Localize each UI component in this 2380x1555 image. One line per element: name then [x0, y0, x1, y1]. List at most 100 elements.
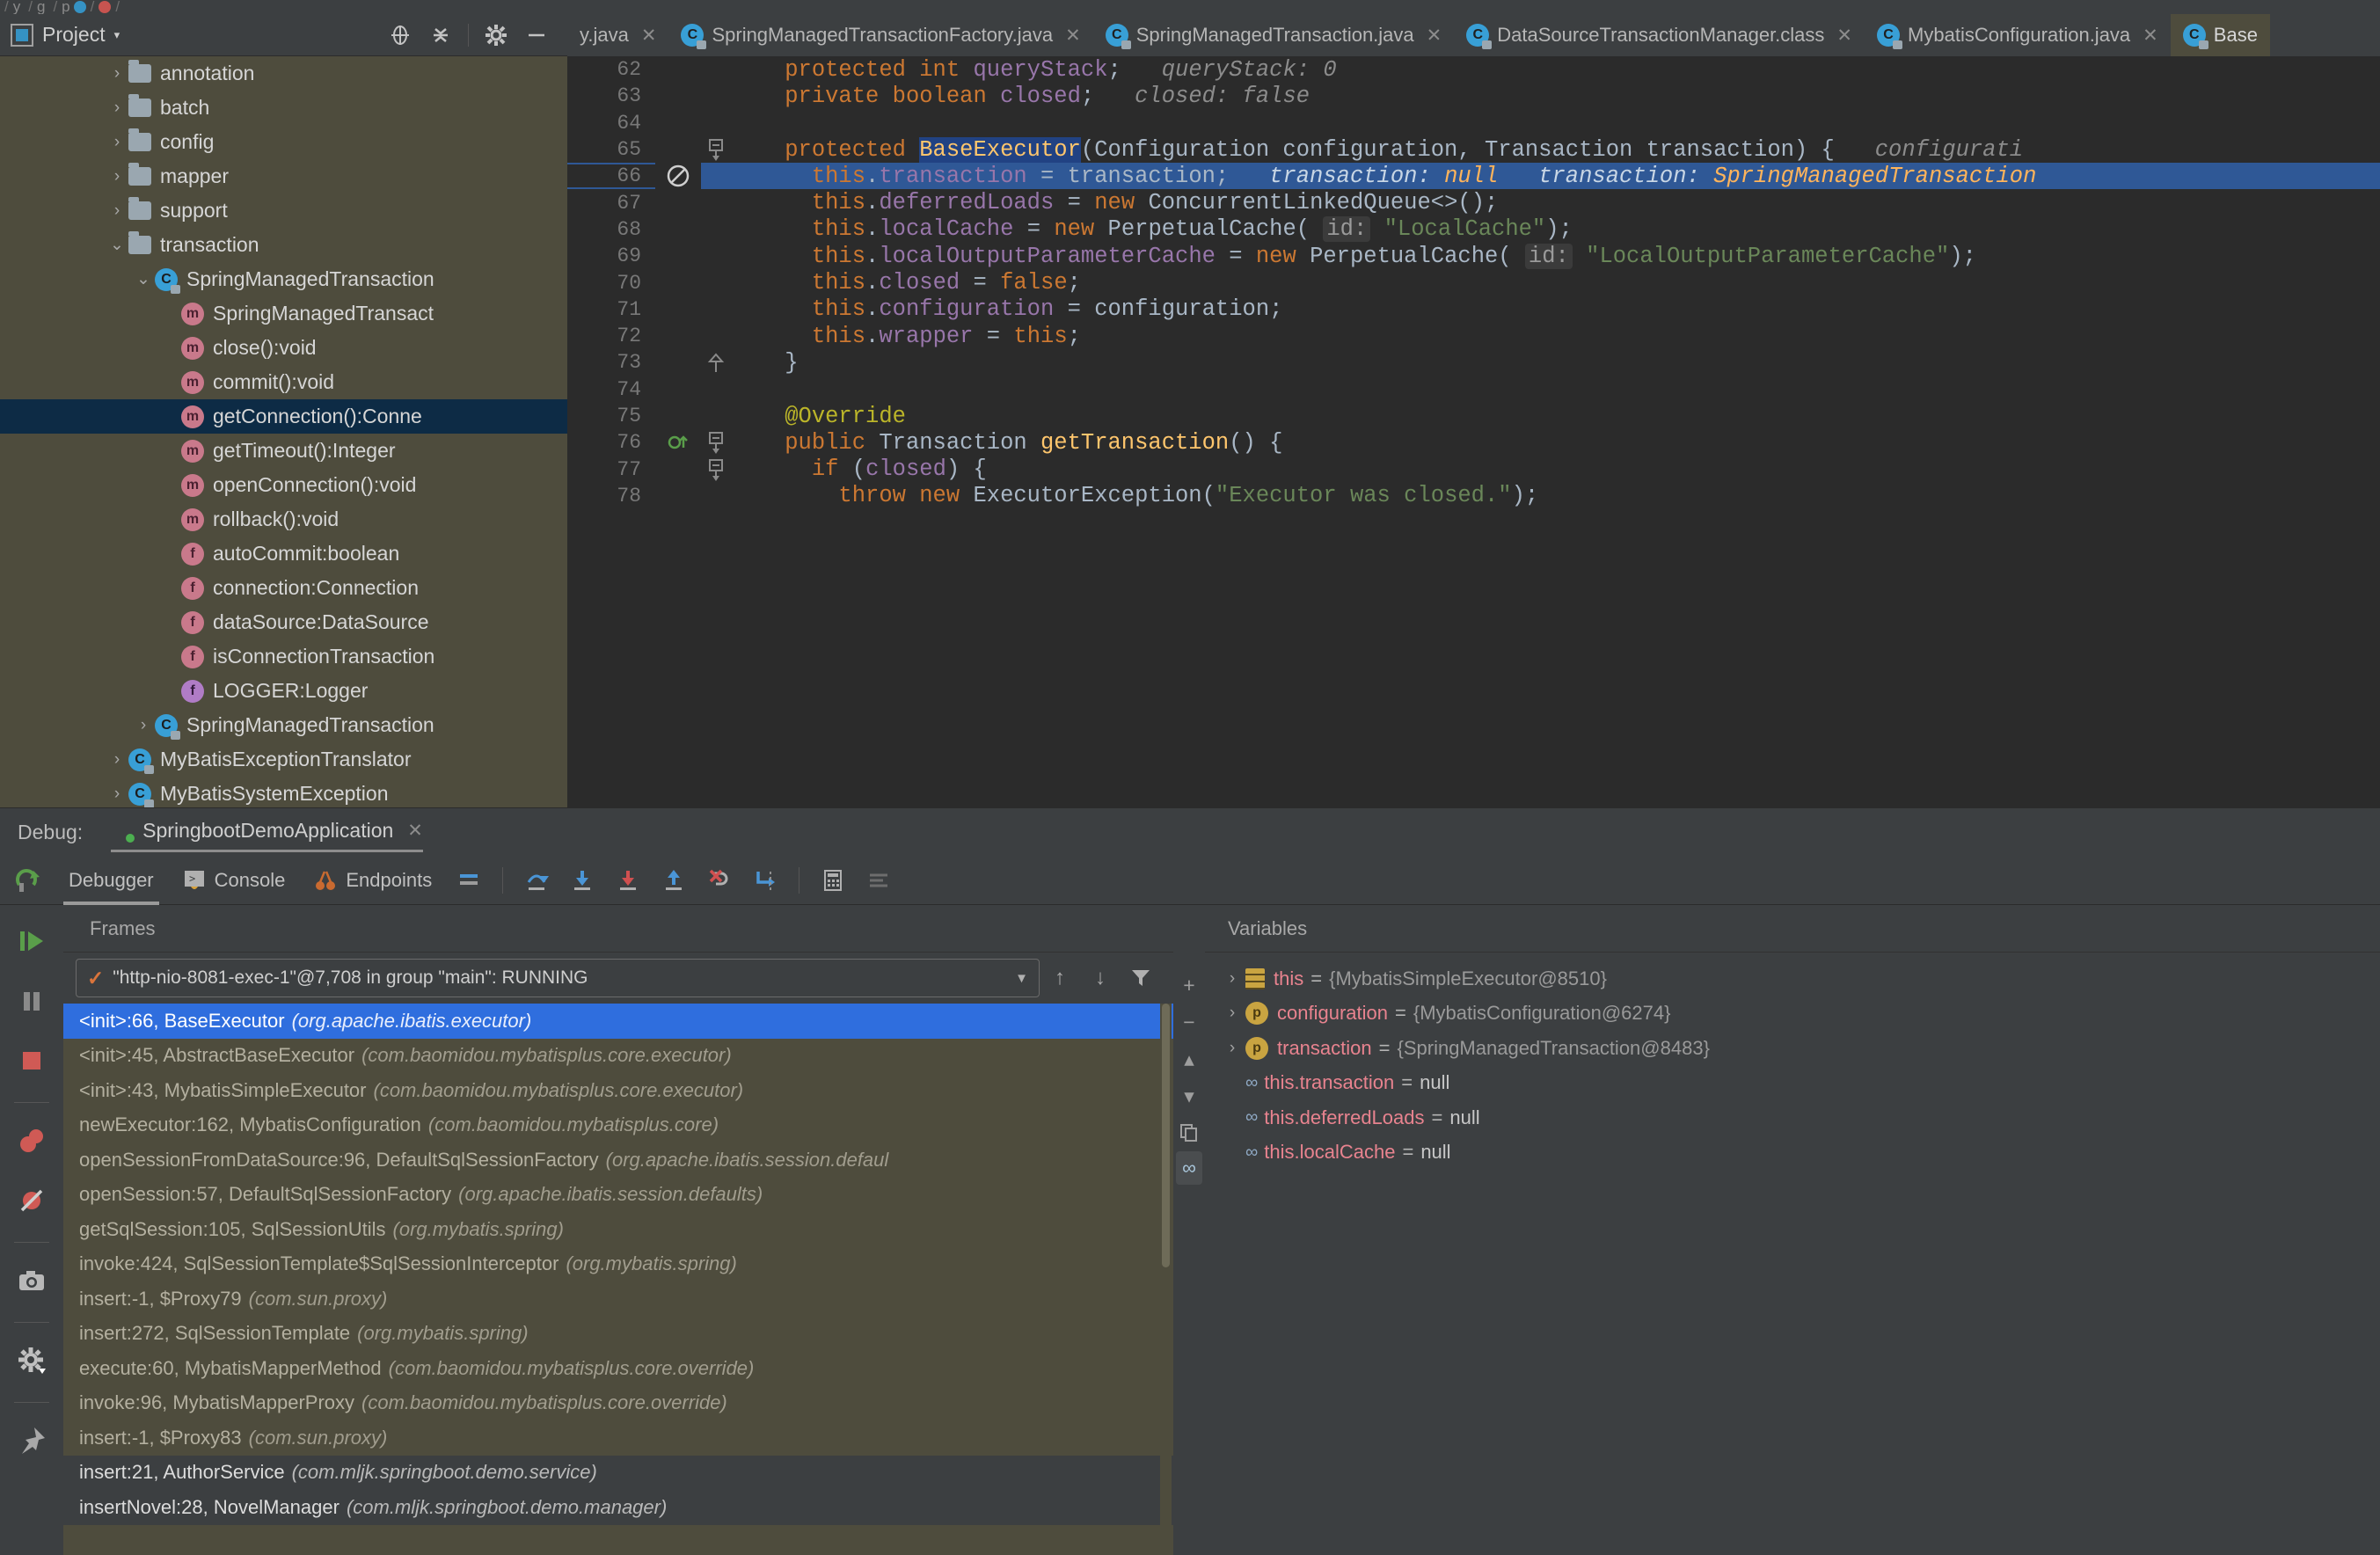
rerun-icon[interactable]	[0, 865, 55, 895]
tree-node[interactable]: ›m getTimeout():Integer	[0, 434, 567, 468]
up-icon[interactable]: ▴	[1176, 1040, 1202, 1077]
mute-breakpoints-icon[interactable]	[8, 1177, 55, 1224]
tree-node[interactable]: › batch	[0, 91, 567, 125]
code-line[interactable]: 66 this.transaction = transaction; trans…	[567, 163, 2380, 190]
frame-item[interactable]: insert:272, SqlSessionTemplate (org.mybat…	[63, 1317, 1173, 1352]
close-icon[interactable]: ✕	[407, 820, 423, 842]
settings-gear-icon[interactable]	[478, 18, 514, 53]
chevron-right-icon[interactable]: ›	[158, 647, 181, 667]
tab-debugger[interactable]: Debugger	[55, 856, 168, 905]
locate-icon[interactable]	[383, 18, 418, 53]
tree-node[interactable]: ›m SpringManagedTransact	[0, 296, 567, 331]
chevron-right-icon[interactable]: ›	[1219, 969, 1245, 989]
force-step-into-icon[interactable]	[609, 861, 647, 900]
settings-gear-icon[interactable]	[8, 1337, 55, 1384]
variables-list[interactable]: › this = {MybatisSimpleExecutor@8510} › p conf…	[1205, 953, 2380, 1555]
code-fold-icon[interactable]	[701, 351, 731, 374]
chevron-down-icon[interactable]: ⌄	[106, 235, 128, 255]
chevron-right-icon[interactable]: ›	[158, 407, 181, 427]
trace-icon[interactable]	[859, 861, 898, 900]
variable-row[interactable]: › p configuration = {MybatisConfiguration@62…	[1205, 997, 2380, 1032]
chevron-right-icon[interactable]: ›	[106, 99, 128, 118]
tab-endpoints[interactable]: Endpoints	[299, 856, 446, 905]
editor-tab[interactable]: C SpringManagedTransactionFactory.java ✕	[668, 14, 1092, 56]
tree-node[interactable]: ⌄ C SpringManagedTransaction	[0, 262, 567, 296]
editor-tab[interactable]: C SpringManagedTransaction.java ✕	[1093, 14, 1455, 56]
tree-node[interactable]: ›f autoCommit:boolean	[0, 537, 567, 571]
frame-item[interactable]: insert:-1, $Proxy79 (com.sun.proxy)	[63, 1281, 1173, 1317]
chevron-right-icon[interactable]: ›	[106, 201, 128, 221]
code-line[interactable]: 62 protected int queryStack; queryStack:…	[567, 56, 2380, 83]
code-line[interactable]: 68 this.localCache = new PerpetualCache(…	[567, 216, 2380, 243]
close-icon[interactable]: ✕	[2143, 25, 2158, 47]
tree-node[interactable]: ›m rollback():void	[0, 502, 567, 537]
override-marker-icon[interactable]	[655, 429, 701, 456]
variable-row[interactable]: ›∞ this.deferredLoads = null	[1205, 1100, 2380, 1135]
hide-panel-icon[interactable]	[519, 18, 554, 53]
code-line[interactable]: 72 this.wrapper = this;	[567, 323, 2380, 349]
tree-node[interactable]: ›f connection:Connection	[0, 571, 567, 605]
chevron-right-icon[interactable]: ›	[158, 476, 181, 495]
variable-row[interactable]: ›∞ this.transaction = null	[1205, 1066, 2380, 1101]
tree-node[interactable]: ›m close():void	[0, 331, 567, 365]
chevron-right-icon[interactable]: ›	[106, 167, 128, 186]
code-line[interactable]: 75 @Override	[567, 403, 2380, 429]
step-out-icon[interactable]	[654, 861, 693, 900]
chevron-right-icon[interactable]: ›	[106, 750, 128, 770]
debug-session-tab[interactable]: SpringbootDemoApplication ✕	[111, 819, 423, 852]
frame-item[interactable]: <init>:45, AbstractBaseExecutor (com.baom…	[63, 1039, 1173, 1074]
pause-program-icon[interactable]	[8, 977, 55, 1025]
chevron-right-icon[interactable]: ›	[158, 682, 181, 701]
close-icon[interactable]: ✕	[1427, 25, 1442, 47]
tree-node[interactable]: ›m commit():void	[0, 365, 567, 399]
code-line[interactable]: 74	[567, 376, 2380, 403]
frame-item[interactable]: invoke:96, MybatisMapperProxy (com.baomid…	[63, 1386, 1173, 1421]
frame-item[interactable]: <init>:66, BaseExecutor (org.apache.ibati…	[63, 1004, 1173, 1039]
chevron-right-icon[interactable]: ›	[158, 613, 181, 632]
frame-item[interactable]: openSessionFromDataSource:96, DefaultSql…	[63, 1143, 1173, 1178]
frame-item[interactable]: openSession:57, DefaultSqlSessionFactory…	[63, 1178, 1173, 1213]
layout-settings-icon[interactable]	[449, 861, 488, 900]
chevron-down-icon[interactable]: ▾	[114, 28, 120, 42]
close-icon[interactable]: ✕	[1836, 25, 1852, 47]
code-fold-icon[interactable]	[701, 431, 731, 455]
remove-watch-icon[interactable]: −	[1176, 1004, 1202, 1040]
chevron-down-icon[interactable]: ▼	[1015, 971, 1028, 986]
tab-console[interactable]: > Console	[168, 856, 300, 905]
code-line[interactable]: 64	[567, 110, 2380, 136]
tree-node[interactable]: ›m openConnection():void	[0, 468, 567, 502]
chevron-right-icon[interactable]: ›	[132, 716, 155, 735]
step-into-icon[interactable]	[563, 861, 602, 900]
chevron-right-icon[interactable]: ›	[158, 579, 181, 598]
down-icon[interactable]: ▾	[1176, 1077, 1202, 1114]
chevron-down-icon[interactable]: ⌄	[132, 269, 155, 289]
chevron-right-icon[interactable]: ›	[106, 785, 128, 804]
run-to-cursor-icon[interactable]	[746, 861, 785, 900]
chevron-right-icon[interactable]: ›	[158, 442, 181, 461]
code-line[interactable]: 69 this.localOutputParameterCache = new …	[567, 243, 2380, 269]
tree-node[interactable]: ›m getConnection():Conne	[0, 399, 567, 434]
code-line[interactable]: 65 protected BaseExecutor(Configuration …	[567, 136, 2380, 163]
editor-tab[interactable]: C DataSourceTransactionManager.class ✕	[1454, 14, 1865, 56]
stop-icon[interactable]	[8, 1037, 55, 1084]
tree-node[interactable]: ⌄ transaction	[0, 228, 567, 262]
chevron-right-icon[interactable]: ›	[1219, 1004, 1245, 1023]
view-breakpoints-icon[interactable]	[8, 1117, 55, 1164]
chevron-right-icon[interactable]: ›	[158, 339, 181, 358]
frame-item[interactable]: execute:60, MybatisMapperMethod (com.baom…	[63, 1351, 1173, 1386]
editor-tab[interactable]: C Base	[2170, 14, 2270, 56]
project-tree[interactable]: › annotation › batch › config › mapper › support ⌄…	[0, 56, 567, 807]
resume-program-icon[interactable]	[8, 917, 55, 965]
filter-icon[interactable]	[1121, 958, 1161, 998]
code-line[interactable]: 71 this.configuration = configuration;	[567, 296, 2380, 323]
code-line[interactable]: 63 private boolean closed; closed: false	[567, 83, 2380, 109]
breakpoint-disabled-icon[interactable]	[655, 163, 701, 190]
frame-item[interactable]: insert:-1, $Proxy83 (com.sun.proxy)	[63, 1420, 1173, 1456]
code-line[interactable]: 78 throw new ExecutorException("Executor…	[567, 483, 2380, 509]
breadcrumb-item[interactable]: y	[13, 0, 21, 14]
breadcrumb-item[interactable]: g	[37, 0, 45, 14]
tree-node[interactable]: › mapper	[0, 159, 567, 193]
tree-node[interactable]: › config	[0, 125, 567, 159]
frame-item[interactable]: newExecutor:162, MybatisConfiguration (co…	[63, 1108, 1173, 1143]
tree-node[interactable]: › C MyBatisExceptionTranslator	[0, 742, 567, 777]
